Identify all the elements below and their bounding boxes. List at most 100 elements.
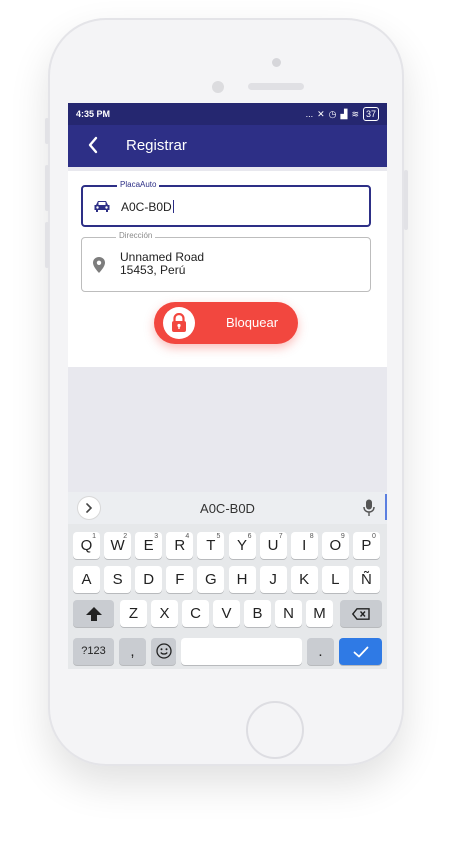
key-hint: 1: [92, 533, 96, 540]
key-s[interactable]: S: [104, 566, 132, 593]
key-label: B: [252, 605, 263, 622]
key-label: O: [329, 537, 342, 554]
home-button[interactable]: [246, 701, 304, 759]
key-i[interactable]: I8: [290, 532, 318, 559]
key-label: H: [236, 571, 248, 588]
address-field-label: Dirección: [116, 231, 156, 240]
key-n[interactable]: N: [275, 600, 302, 627]
shift-key[interactable]: [73, 600, 114, 627]
app-bar: Registrar: [68, 125, 387, 167]
key-hint: 9: [340, 533, 345, 540]
key-label: V: [221, 605, 232, 622]
key-a[interactable]: A: [73, 566, 100, 593]
plate-field[interactable]: PlacaAuto A0C-B0D: [81, 180, 371, 227]
suggestion-edge-indicator: [385, 494, 387, 520]
key-v[interactable]: V: [213, 600, 240, 627]
key-x[interactable]: X: [151, 600, 178, 627]
keyboard: Q1W2E3R4T5Y6U7I8O9P0 ASDFGHJKLÑ ZXCVBNM …: [68, 524, 387, 669]
car-icon: [94, 201, 110, 212]
key-r[interactable]: R4: [166, 532, 194, 559]
key-b[interactable]: B: [244, 600, 271, 627]
status-icons: ... ✕ ◷ ▟ ≋ 37: [306, 107, 379, 121]
key-z[interactable]: Z: [120, 600, 147, 627]
status-time: 4:35 PM: [76, 109, 111, 119]
wifi-icon: ≋: [351, 109, 359, 119]
key-t[interactable]: T5: [197, 532, 225, 559]
key-label: F: [175, 571, 185, 588]
plate-input[interactable]: A0C-B0D: [121, 200, 174, 214]
key-o[interactable]: O9: [321, 532, 349, 559]
key-label: Q: [80, 537, 93, 554]
key-q[interactable]: Q1: [73, 532, 100, 559]
shift-arrow-icon: [85, 607, 102, 621]
more-notifications-icon: ...: [305, 109, 314, 119]
key-label: K: [299, 571, 310, 588]
key-h[interactable]: H: [228, 566, 256, 593]
key-label: N: [283, 605, 294, 622]
key-label: U: [267, 537, 279, 554]
lock-button[interactable]: Bloquear: [154, 302, 298, 344]
text-cursor: [172, 200, 174, 213]
plate-field-label: PlacaAuto: [117, 180, 160, 189]
emoji-key[interactable]: [151, 638, 176, 665]
key-hint: 5: [216, 533, 221, 540]
checkmark-icon: [353, 646, 368, 658]
key-ñ[interactable]: Ñ: [352, 566, 380, 593]
backspace-key[interactable]: [340, 600, 382, 627]
key-u[interactable]: U7: [259, 532, 287, 559]
location-pin-icon: [93, 257, 105, 273]
period-key[interactable]: .: [307, 638, 334, 665]
key-label: Ñ: [360, 571, 372, 588]
suggestion-word[interactable]: A0C-B0D: [68, 501, 387, 516]
back-arrow-icon[interactable]: [84, 135, 104, 155]
battery-icon: 37: [362, 107, 379, 121]
microphone-icon[interactable]: [363, 499, 375, 517]
key-w[interactable]: W2: [104, 532, 132, 559]
volume-down-button: [45, 222, 49, 268]
key-hint: 7: [278, 533, 283, 540]
key-label: L: [331, 571, 340, 588]
key-c[interactable]: C: [182, 600, 209, 627]
key-l[interactable]: L: [321, 566, 349, 593]
alarm-icon: ◷: [328, 109, 337, 119]
key-label: P: [361, 537, 372, 554]
key-y[interactable]: Y6: [228, 532, 256, 559]
padlock-icon: [172, 313, 186, 332]
key-e[interactable]: E3: [135, 532, 163, 559]
enter-key[interactable]: [339, 638, 382, 665]
key-label: E: [143, 537, 154, 554]
key-label: X: [159, 605, 170, 622]
key-hint: 8: [309, 533, 314, 540]
space-key[interactable]: [181, 638, 302, 665]
mute-switch: [45, 118, 49, 144]
lock-icon-circle: [163, 307, 195, 339]
key-d[interactable]: D: [135, 566, 163, 593]
key-hint: 3: [154, 533, 159, 540]
proximity-sensor: [212, 81, 224, 93]
key-label: Z: [128, 605, 139, 622]
key-hint: 0: [371, 533, 376, 540]
key-label: R: [174, 537, 186, 554]
key-label: I: [302, 537, 307, 554]
comma-key[interactable]: ,: [119, 638, 146, 665]
key-g[interactable]: G: [197, 566, 225, 593]
volume-up-button: [45, 165, 49, 211]
sync-off-icon: ✕: [317, 109, 325, 119]
device-screen: 4:35 PM ... ✕ ◷ ▟ ≋ 37 Registrar PlacaAu…: [68, 103, 387, 669]
key-k[interactable]: K: [290, 566, 318, 593]
power-button: [404, 170, 408, 230]
key-label: Y: [236, 537, 247, 554]
key-j[interactable]: J: [259, 566, 287, 593]
key-m[interactable]: M: [306, 600, 333, 627]
symbols-key[interactable]: ?123: [73, 638, 114, 665]
earpiece-speaker: [248, 83, 304, 90]
key-f[interactable]: F: [166, 566, 194, 593]
key-p[interactable]: P0: [352, 532, 380, 559]
address-field[interactable]: Dirección Unnamed Road 15453, Perú: [81, 231, 371, 292]
status-bar: 4:35 PM ... ✕ ◷ ▟ ≋ 37: [68, 103, 387, 125]
key-label: S: [112, 571, 123, 588]
key-label: T: [206, 537, 216, 554]
key-label: A: [81, 571, 92, 588]
page-title: Registrar: [126, 137, 187, 154]
key-label: G: [205, 571, 217, 588]
